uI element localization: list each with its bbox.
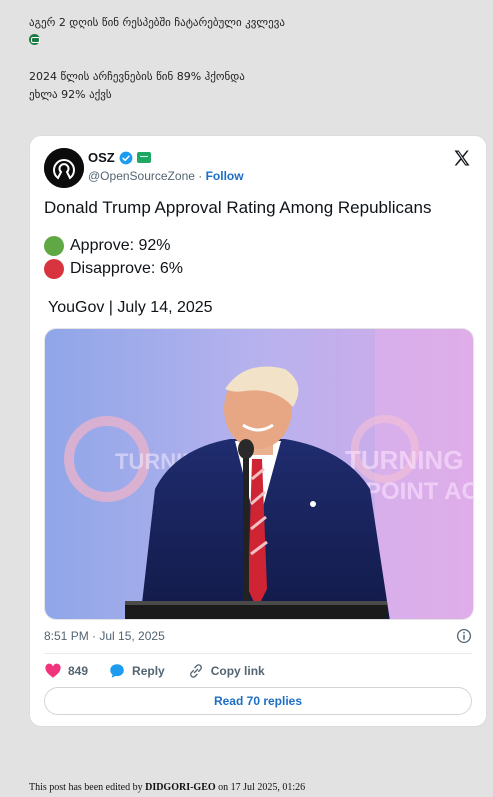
post-emoji — [29, 32, 469, 50]
divider — [44, 653, 472, 654]
author-name[interactable]: OSZ — [88, 150, 115, 165]
editor-name[interactable]: DIDGORI-GEO — [145, 782, 216, 793]
approve-line: Approve: 92% — [44, 236, 171, 256]
post-line-1: აგერ 2 დღის წინ რესპებში ჩატარებული კვლე… — [29, 16, 285, 29]
follow-button[interactable]: Follow — [206, 169, 244, 183]
tweet-photo[interactable]: TURNING TURNING POINT AC — [44, 328, 474, 620]
edited-suffix: on 17 Jul 2025, 01:26 — [215, 782, 306, 793]
approve-text: Approve: 92% — [70, 237, 171, 254]
svg-text:TURNING: TURNING — [345, 445, 463, 475]
green-circle-icon — [44, 236, 64, 256]
like-button[interactable]: 849 — [44, 662, 88, 680]
verified-badge-icon — [119, 151, 133, 164]
edited-note: This post has been edited by DIDGORI-GEO… — [29, 782, 305, 793]
chart-flag-icon — [136, 152, 151, 163]
post-body: აგერ 2 დღის წინ რესპებში ჩატარებული კვლე… — [29, 14, 469, 104]
link-icon — [189, 664, 202, 678]
tweet-headline: Donald Trump Approval Rating Among Repub… — [44, 198, 432, 217]
speech-bubble-icon — [110, 664, 124, 678]
copy-link-label: Copy link — [210, 664, 265, 678]
disapprove-line: Disapprove: 6% — [44, 259, 183, 279]
tweet-timestamp[interactable]: 8:51 PM · Jul 15, 2025 — [44, 629, 165, 643]
embedded-tweet: OSZ @OpenSourceZone · Follow Donald Trum… — [29, 135, 487, 727]
reply-button[interactable]: Reply — [108, 662, 165, 680]
x-logo-icon[interactable] — [452, 148, 472, 168]
disapprove-text: Disapprove: 6% — [70, 260, 183, 277]
info-icon[interactable] — [456, 628, 472, 644]
edited-prefix: This post has been edited by — [29, 782, 146, 793]
svg-text:POINT AC: POINT AC — [365, 478, 474, 505]
avatar[interactable] — [44, 148, 84, 188]
handle-separator: · — [194, 169, 206, 183]
read-replies-button[interactable]: Read 70 replies — [44, 687, 472, 715]
source-line: YouGov | July 14, 2025 — [48, 299, 213, 316]
author-handle[interactable]: @OpenSourceZone — [88, 169, 195, 183]
reply-label: Reply — [132, 664, 165, 678]
copy-link-button[interactable]: Copy link — [187, 662, 265, 680]
tweet-actions: 849 Reply Copy link — [44, 662, 265, 680]
post-line-3: ეხლა 92% აქვს — [29, 88, 112, 101]
like-count: 849 — [68, 664, 89, 678]
emoji-icon — [29, 34, 40, 45]
red-circle-icon — [44, 259, 64, 279]
post-line-2: 2024 წლის არჩევნების წინ 89% ჰქონდა — [29, 70, 245, 83]
heart-icon — [45, 663, 61, 678]
